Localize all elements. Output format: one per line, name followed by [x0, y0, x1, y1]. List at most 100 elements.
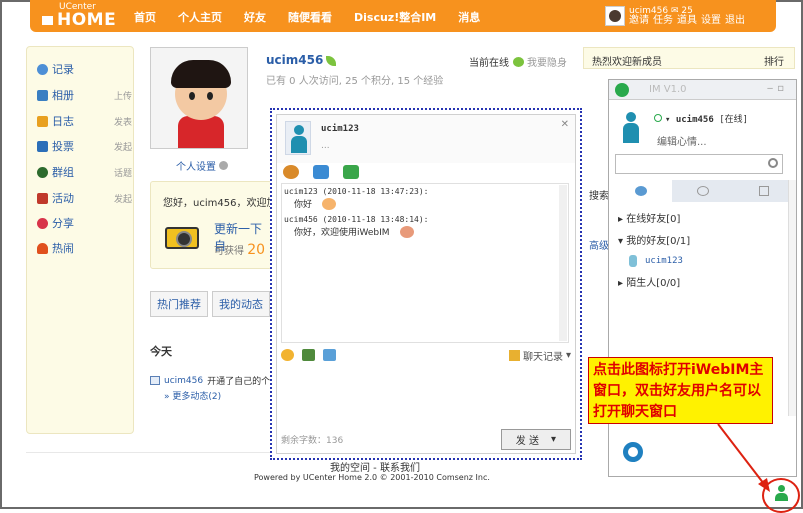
- task-link[interactable]: 任务: [653, 16, 673, 26]
- chat-history-button[interactable]: 聊天记录 ▾: [508, 348, 571, 363]
- feed-user[interactable]: ucim456: [164, 376, 203, 386]
- online-status-icon[interactable]: [654, 114, 662, 122]
- im-search-input[interactable]: [615, 154, 783, 174]
- tab-groups[interactable]: [672, 180, 734, 202]
- nav-friends[interactable]: 好友: [244, 9, 266, 25]
- nav-explore[interactable]: 随便看看: [288, 9, 332, 25]
- ucenter-home-logo[interactable]: UCenter HOME: [42, 3, 122, 29]
- im-scrollbar[interactable]: [788, 180, 796, 416]
- invite-link[interactable]: 邀请: [629, 16, 649, 26]
- profile-avatar[interactable]: [150, 47, 248, 149]
- video-icon[interactable]: [283, 165, 299, 179]
- avatar-body: [178, 116, 224, 148]
- profile-username[interactable]: ucim456: [266, 53, 337, 67]
- nav-discuz-im[interactable]: Discuz!整合IM: [354, 9, 436, 25]
- sidebar-item-action[interactable]: 发起: [114, 192, 132, 205]
- instruction-callout: 点击此图标打开iWebIM主窗口，双击好友用户名可以打开聊天窗口: [588, 357, 773, 424]
- friend-item[interactable]: ucim123: [629, 255, 683, 267]
- send-button[interactable]: 发 送 ▾: [500, 428, 571, 450]
- blog-icon: [37, 115, 48, 127]
- sidebar-item-label: 日志: [52, 115, 74, 128]
- sidebar-item-share[interactable]: 分享: [37, 215, 132, 231]
- personal-settings-link[interactable]: 个人设置: [176, 158, 228, 173]
- emoticon-icon[interactable]: [281, 349, 294, 361]
- logout-link[interactable]: 退出: [725, 16, 745, 26]
- avatar-hair: [171, 60, 231, 88]
- chat-window: ucim123 ... ✕ ucim123 (2010-11-18 13:47:…: [270, 108, 582, 460]
- im-status: [在线]: [719, 115, 749, 125]
- tab-hot-recommend[interactable]: 热门推荐: [150, 291, 208, 317]
- group-label: 我的好友[0/1]: [626, 236, 691, 247]
- more-feed-link[interactable]: » 更多动态(2): [164, 389, 221, 402]
- sidebar-item-group[interactable]: 群组 话题: [37, 164, 132, 180]
- image-icon[interactable]: [302, 349, 315, 361]
- event-icon: [37, 192, 48, 204]
- group-chat-icon: [696, 186, 709, 196]
- im-logo-icon: [615, 83, 629, 97]
- screenshot-icon[interactable]: [323, 349, 336, 361]
- sidebar-item-blog[interactable]: 日志 发表: [37, 113, 132, 129]
- sidebar-item-poll[interactable]: 投票 发起: [37, 138, 132, 154]
- invisible-label: 我要隐身: [527, 58, 567, 69]
- chevron-down-icon[interactable]: ▾: [551, 434, 556, 445]
- sidebar-item-action[interactable]: 话题: [114, 166, 132, 179]
- props-link[interactable]: 道具: [677, 16, 697, 26]
- sidebar-item-label: 分享: [52, 217, 74, 230]
- group-label: 在线好友[0]: [626, 214, 681, 225]
- gear-icon: [219, 161, 228, 170]
- message-header: ucim123 (2010-11-18 13:47:23):: [284, 187, 429, 196]
- tab-recent[interactable]: [733, 180, 795, 202]
- invisible-icon: [513, 56, 524, 67]
- wave-emoticon-icon: [399, 225, 414, 238]
- settings-label: 个人设置: [176, 162, 216, 173]
- go-invisible-link[interactable]: 我要隐身: [513, 54, 567, 69]
- chat-scrollbar[interactable]: [559, 185, 567, 341]
- leaf-icon: [326, 55, 337, 66]
- nav-home[interactable]: 首页: [134, 9, 156, 25]
- feed-text: 开通了自己的个人: [207, 377, 280, 387]
- im-username: ucim456: [675, 115, 714, 125]
- im-tray-icon[interactable]: [774, 485, 789, 501]
- footer-links[interactable]: 我的空间 - 联系我们: [330, 459, 420, 474]
- chat-bubble-icon: [634, 186, 647, 196]
- poll-icon: [37, 140, 48, 152]
- sidebar-item-hot[interactable]: 热闹: [37, 240, 132, 256]
- sidebar-item-event[interactable]: 活动 发起: [37, 190, 132, 206]
- close-icon[interactable]: ✕: [561, 119, 569, 130]
- send-file-icon[interactable]: [313, 165, 329, 179]
- sidebar-item-action[interactable]: 发表: [114, 115, 132, 128]
- chevron-down-icon[interactable]: ▾: [665, 115, 676, 125]
- advanced-search-link[interactable]: 高级: [589, 237, 609, 252]
- nav-profile[interactable]: 个人主页: [178, 9, 222, 25]
- settings-link[interactable]: 设置: [701, 16, 721, 26]
- sidebar-item-album[interactable]: 相册 上传: [37, 87, 132, 103]
- sidebar-item-action[interactable]: 发起: [114, 140, 132, 153]
- avatar[interactable]: [605, 6, 625, 26]
- group-my-friends[interactable]: ▾ 我的好友[0/1]: [618, 232, 690, 247]
- sidebar-item-record[interactable]: 记录: [37, 61, 132, 77]
- search-icon[interactable]: [768, 158, 778, 168]
- input-toolbar: 聊天记录 ▾: [281, 347, 571, 363]
- tab-friends[interactable]: [610, 180, 672, 202]
- mood-input[interactable]: 编辑心情...: [657, 133, 707, 148]
- online-status: 当前在线: [469, 58, 509, 69]
- im-avatar[interactable]: [619, 110, 643, 144]
- send-label: 发 送: [515, 435, 539, 447]
- group-online-friends[interactable]: ▸ 在线好友[0]: [618, 210, 680, 225]
- im-title: IM V1.0: [649, 84, 687, 95]
- add-friend-icon[interactable]: [343, 165, 359, 179]
- tab-my-feed[interactable]: 我的动态: [212, 291, 270, 317]
- ranking-link[interactable]: 排行: [764, 53, 784, 68]
- message-body: 你好，欢迎使用iWebIM: [294, 228, 390, 238]
- remaining-chars: 剩余字数：136: [281, 435, 344, 446]
- nav-messages[interactable]: 消息: [458, 9, 480, 25]
- group-strangers[interactable]: ▸ 陌生人[0/0]: [618, 274, 680, 289]
- message-body: 你好: [294, 200, 313, 210]
- im-title-bar[interactable]: IM V1.0 ‒▫: [609, 80, 796, 100]
- group-label: 陌生人[0/0]: [626, 278, 681, 289]
- gear-icon[interactable]: [623, 442, 643, 462]
- history-label: 聊天记录: [522, 351, 563, 363]
- chat-window-body: ucim123 ... ✕ ucim123 (2010-11-18 13:47:…: [276, 114, 576, 454]
- sidebar-item-action[interactable]: 上传: [114, 89, 132, 102]
- window-controls[interactable]: ‒▫: [767, 83, 788, 94]
